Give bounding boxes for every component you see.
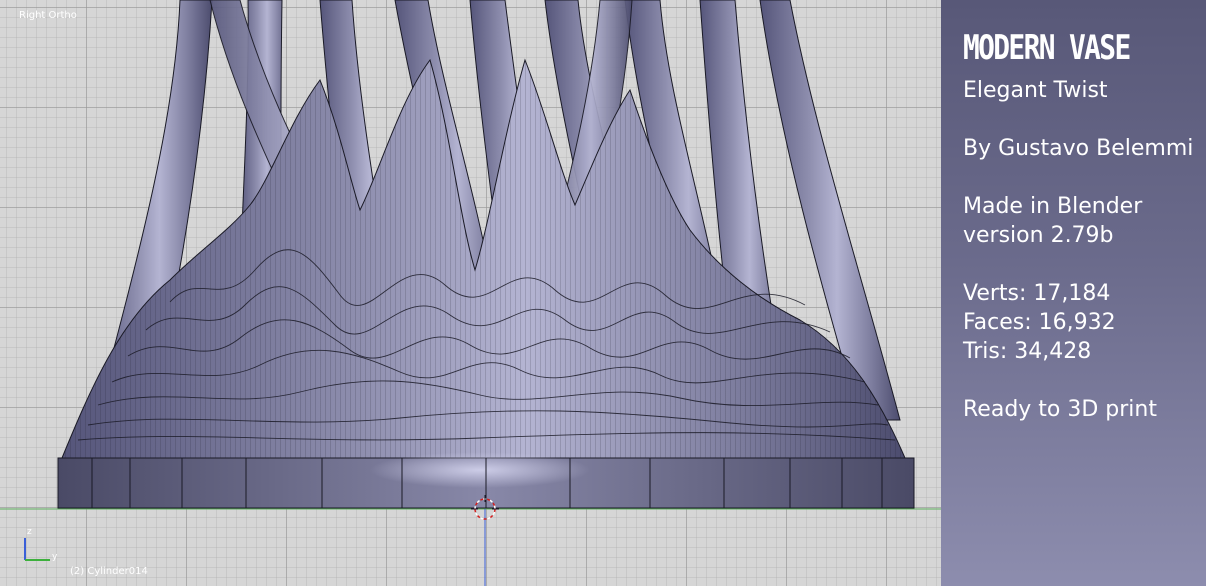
tris-count: Tris: 34,428 <box>963 339 1092 364</box>
product-title: MODERN VASE <box>963 28 1131 68</box>
verts-count: Verts: 17,184 <box>963 281 1111 306</box>
3d-viewport[interactable]: Right Ortho z y (2) Cylinder014 <box>0 0 941 586</box>
axis-z-label: z <box>27 527 32 537</box>
axis-y-label: y <box>52 552 58 562</box>
view-label: Right Ortho <box>19 10 77 21</box>
active-object-label: (2) Cylinder014 <box>70 566 148 577</box>
faces-count: Faces: 16,932 <box>963 310 1116 335</box>
axis-gizmo-icon: z y <box>24 527 58 562</box>
product-subtitle: Elegant Twist <box>963 78 1108 103</box>
version-text: version 2.79b <box>963 223 1114 248</box>
info-panel: MODERN VASE Elegant Twist By Gustavo Bel… <box>941 0 1206 586</box>
print-note: Ready to 3D print <box>963 397 1157 422</box>
vase-mesh[interactable] <box>0 0 941 586</box>
author-credit: By Gustavo Belemmi <box>963 136 1194 161</box>
made-in-text: Made in Blender <box>963 194 1143 219</box>
